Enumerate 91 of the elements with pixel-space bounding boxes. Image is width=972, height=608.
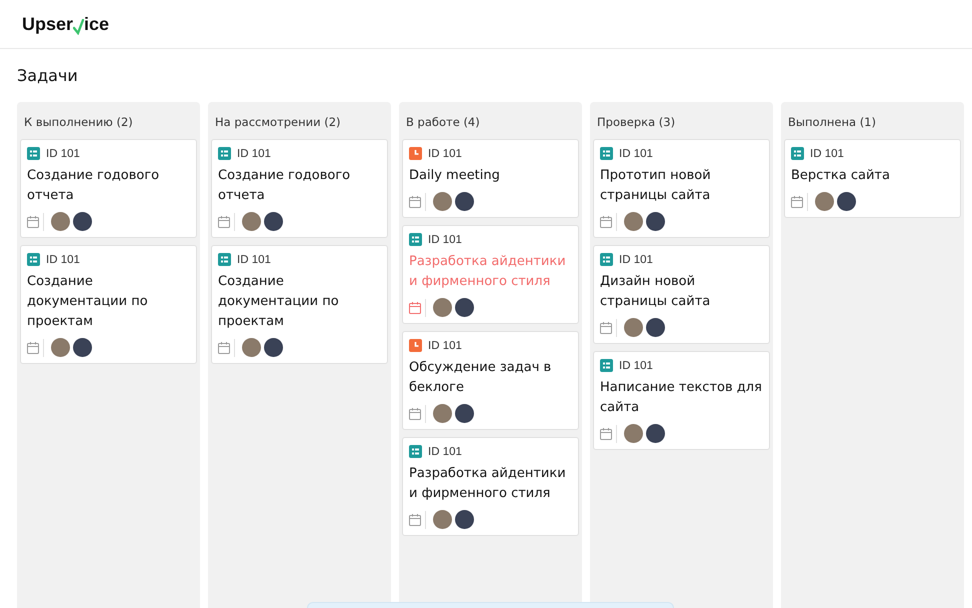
task-title: Написание текстов для сайта (600, 379, 763, 417)
task-title: Создание годового отчета (27, 167, 160, 205)
task-id: ID 101 (428, 446, 462, 458)
task-id: ID 101 (619, 254, 653, 266)
task-card[interactable]: ID 101 Обсуждение задач в беклоге (402, 331, 579, 430)
avatar (455, 404, 474, 423)
list-icon (409, 233, 422, 246)
avatar (624, 318, 643, 337)
task-card[interactable]: ID 101 Создание годового отчета (211, 139, 388, 238)
avatar (433, 192, 452, 211)
task-card[interactable]: ID 101 Написание текстов для сайта (593, 351, 770, 450)
task-title: Прототип новой страницы сайта (600, 167, 712, 205)
calendar-icon[interactable] (27, 342, 39, 354)
clock-icon (409, 147, 422, 160)
avatar (455, 298, 474, 317)
column-title: Выполнена (1) (787, 115, 877, 131)
avatar (624, 212, 643, 231)
task-card[interactable]: ID 101 Верстка сайта (784, 139, 961, 218)
calendar-icon[interactable] (791, 196, 803, 208)
list-icon (600, 147, 613, 160)
list-icon (218, 253, 231, 266)
task-id: ID 101 (237, 148, 271, 160)
logo[interactable]: Upser ice (22, 14, 110, 34)
task-id: ID 101 (428, 234, 462, 246)
list-icon (218, 147, 231, 160)
task-title: Создание документации по проектам (218, 273, 340, 331)
list-icon (409, 445, 422, 458)
task-card[interactable]: ID 101 Разработка айдентики и фирменного стиля (402, 437, 579, 536)
task-title: Разработка айдентики и фирменного стиля (409, 465, 567, 503)
avatar (433, 510, 452, 529)
page-title: Задачи (17, 66, 79, 85)
task-title: Создание документации по проектам (27, 273, 149, 331)
column-title: Проверка (3) (596, 115, 676, 131)
calendar-icon[interactable] (218, 216, 230, 228)
avatar (624, 424, 643, 443)
list-icon (27, 253, 40, 266)
task-card[interactable]: ID 101 Прототип новой страницы сайта (593, 139, 770, 238)
task-id: ID 101 (428, 148, 462, 160)
task-id: ID 101 (619, 360, 653, 372)
task-title: Обсуждение задач в беклоге (409, 359, 552, 397)
calendar-icon[interactable] (600, 216, 612, 228)
task-card[interactable]: ID 101 Создание документации по проектам (211, 245, 388, 364)
task-card[interactable]: ID 101 Создание годового отчета (20, 139, 197, 238)
avatar (73, 212, 92, 231)
task-title: Дизайн новой страницы сайта (600, 273, 712, 311)
avatar (51, 338, 70, 357)
avatar (51, 212, 70, 231)
avatar (646, 424, 665, 443)
task-id: ID 101 (46, 254, 80, 266)
task-id: ID 101 (619, 148, 653, 160)
avatar (455, 192, 474, 211)
calendar-icon[interactable] (409, 514, 421, 526)
clock-icon (409, 339, 422, 352)
task-card[interactable]: ID 101 Дизайн новой страницы сайта (593, 245, 770, 344)
calendar-icon[interactable] (218, 342, 230, 354)
avatar (433, 298, 452, 317)
avatar (433, 404, 452, 423)
task-title: Разработка айдентики и фирменного стиля (409, 253, 567, 291)
task-id: ID 101 (237, 254, 271, 266)
list-icon (600, 253, 613, 266)
avatar (242, 338, 261, 357)
calendar-icon[interactable] (27, 216, 39, 228)
avatar (646, 212, 665, 231)
task-card[interactable]: ID 101 Разработка айдентики и фирменного стиля (402, 225, 579, 324)
avatar (73, 338, 92, 357)
task-id: ID 101 (428, 340, 462, 352)
calendar-icon[interactable] (409, 408, 421, 420)
task-id: ID 101 (46, 148, 80, 160)
task-card[interactable]: ID 101 Создание документации по проектам (20, 245, 197, 364)
avatar (815, 192, 834, 211)
avatar (242, 212, 261, 231)
list-icon (791, 147, 804, 160)
list-icon (27, 147, 40, 160)
avatar (264, 212, 283, 231)
task-title: Верстка сайта (791, 167, 891, 185)
column-title: К выполнению (2) (23, 115, 134, 131)
calendar-icon[interactable] (409, 302, 421, 314)
list-icon (600, 359, 613, 372)
task-title: Daily meeting (409, 167, 501, 185)
calendar-icon[interactable] (600, 428, 612, 440)
task-title: Создание годового отчета (218, 167, 352, 205)
task-id: ID 101 (810, 148, 844, 160)
avatar (837, 192, 856, 211)
task-card[interactable]: ID 101 Daily meeting (402, 139, 579, 218)
avatar (455, 510, 474, 529)
calendar-icon[interactable] (600, 322, 612, 334)
calendar-icon[interactable] (409, 196, 421, 208)
column-title: В работе (4) (405, 115, 481, 131)
avatar (264, 338, 283, 357)
avatar (646, 318, 665, 337)
column-title: На рассмотрении (2) (214, 115, 342, 131)
